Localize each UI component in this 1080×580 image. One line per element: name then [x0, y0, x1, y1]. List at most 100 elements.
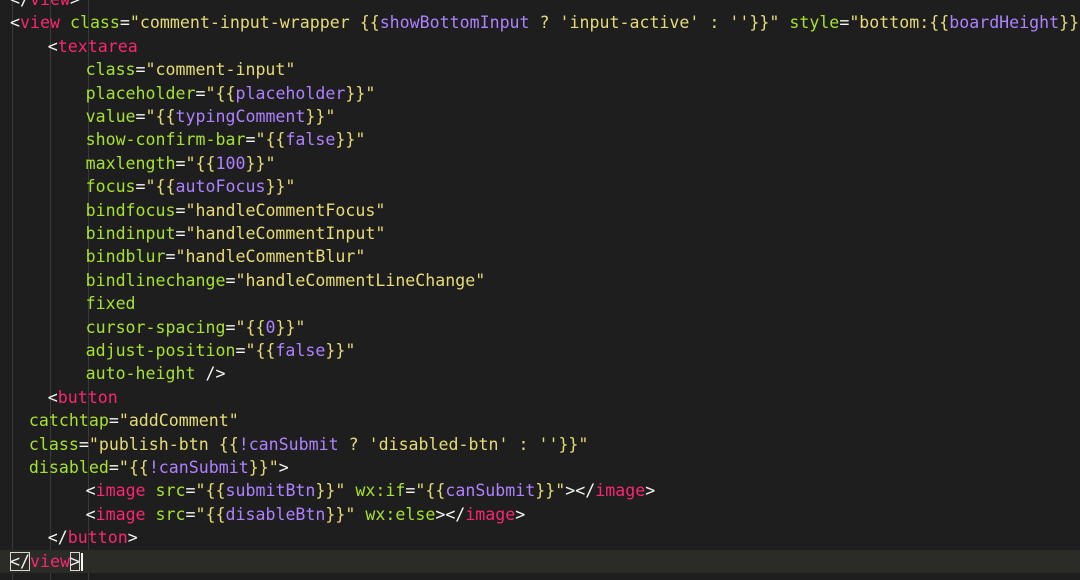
code-line[interactable]: <view class="comment-input-wrapper {{sho… — [0, 11, 1080, 34]
code-token: {{ — [929, 13, 950, 33]
code-token: placeholder — [235, 83, 346, 103]
code-token: "{{ — [118, 458, 149, 477]
code-token: 100 — [215, 153, 246, 173]
code-token: = — [235, 341, 246, 360]
code-line[interactable]: </view> — [0, 549, 1080, 573]
code-token: ></ — [435, 504, 466, 524]
code-line[interactable]: <textarea — [0, 35, 1080, 58]
code-token: "bottom: — [849, 13, 930, 33]
code-token: 'input-active' — [559, 13, 700, 33]
code-line[interactable]: focus="{{autoFocus}}" — [0, 175, 1080, 198]
code-line[interactable]: fixed — [0, 292, 1080, 315]
code-token: > — [69, 551, 80, 571]
code-line[interactable]: bindblur="handleCommentBlur" — [0, 245, 1080, 268]
code-line[interactable]: cursor-spacing="{{0}}" — [0, 316, 1080, 339]
code-line[interactable]: <image src="{{disableBtn}}" wx:else></im… — [0, 503, 1080, 526]
code-token: class — [59, 13, 120, 33]
code-token: > — [515, 504, 526, 524]
code-editor[interactable]: </view><view class="comment-input-wrappe… — [0, 0, 1080, 580]
code-line[interactable]: class="comment-input" — [0, 58, 1080, 81]
code-token: bindfocus — [85, 200, 176, 220]
code-token: = — [135, 177, 146, 197]
code-token: '' — [538, 434, 559, 454]
code-line[interactable]: <image src="{{submitBtn}}" wx:if="{{canS… — [0, 479, 1080, 502]
code-token: {{ — [218, 434, 239, 454]
code-token: bindblur — [85, 247, 166, 267]
code-token: value — [85, 107, 136, 126]
code-token: "{{ — [145, 107, 176, 126]
code-token: "{{ — [145, 177, 176, 197]
code-token: 'disabled-btn' — [368, 434, 509, 454]
code-token: "comment-input-wrapper — [129, 13, 360, 33]
code-line[interactable]: value="{{typingComment}}" — [0, 105, 1080, 128]
code-line[interactable]: bindlinechange="handleCommentLineChange" — [0, 269, 1080, 292]
code-token: </ — [47, 528, 68, 548]
code-token: {{ — [359, 13, 380, 33]
code-token: = — [119, 13, 130, 33]
code-token: = — [185, 504, 196, 524]
code-token: focus — [85, 177, 136, 197]
code-token: }}" — [558, 434, 589, 454]
code-token: ? — [338, 434, 369, 454]
code-token: = — [175, 153, 186, 173]
code-token: show-confirm-bar — [85, 130, 246, 150]
code-token: }}" — [275, 317, 306, 337]
code-token: maxlength — [85, 153, 176, 173]
code-line[interactable]: adjust-position="{{false}}" — [0, 339, 1080, 362]
code-token: canSubmit — [445, 481, 536, 501]
code-token: !canSubmit — [148, 458, 249, 477]
code-line[interactable]: disabled="{{!canSubmit}}"> — [0, 456, 1080, 479]
code-line[interactable]: class="publish-btn {{!canSubmit ? 'disab… — [0, 433, 1080, 456]
code-token: > — [70, 0, 80, 9]
code-token: image — [465, 504, 516, 524]
code-token: class — [85, 60, 136, 80]
code-token: < — [10, 13, 20, 33]
code-token: image — [95, 481, 146, 501]
code-line[interactable]: placeholder="{{placeholder}}" — [0, 82, 1080, 105]
code-token: fixed — [85, 294, 136, 314]
code-line[interactable]: catchtap="addComment" — [0, 409, 1080, 432]
code-token: = — [225, 317, 236, 337]
code-token: bindlinechange — [85, 270, 226, 290]
code-token: = — [839, 13, 850, 33]
code-token: ? — [529, 13, 560, 33]
code-token: = — [78, 434, 89, 454]
code-token: = — [245, 130, 256, 150]
code-token: = — [175, 200, 186, 220]
code-line[interactable]: show-confirm-bar="{{false}}" — [0, 128, 1080, 151]
code-token: > — [278, 458, 289, 477]
code-token: textarea — [57, 36, 138, 56]
code-line[interactable]: maxlength="{{100}}" — [0, 152, 1080, 175]
code-line[interactable]: bindfocus="handleCommentFocus" — [0, 199, 1080, 222]
code-token: image — [95, 504, 146, 524]
code-token: '' — [729, 13, 750, 33]
code-token: }}" — [248, 458, 279, 477]
code-token: 0 — [265, 317, 276, 337]
code-line[interactable]: <button — [0, 386, 1080, 409]
code-token: wx:if — [345, 481, 406, 501]
code-token: "handleCommentInput" — [185, 224, 386, 243]
code-token: = — [185, 481, 196, 501]
code-token: "{{ — [195, 481, 226, 501]
code-token: "{{ — [415, 481, 446, 501]
code-token: false — [275, 341, 326, 360]
code-token: : — [699, 13, 730, 33]
code-token: !canSubmit — [238, 434, 339, 454]
code-token: = — [135, 107, 146, 126]
code-token: }}" — [345, 83, 376, 103]
code-token: auto-height — [85, 364, 196, 384]
code-token: ></ — [565, 481, 596, 501]
code-line[interactable]: bindinput="handleCommentInput" — [0, 222, 1080, 245]
text-cursor — [80, 553, 83, 572]
code-token: > — [127, 528, 138, 548]
code-token: submitBtn — [225, 481, 316, 501]
code-token: "{{ — [255, 130, 286, 150]
code-token: </ — [10, 551, 30, 571]
code-token: button — [67, 528, 128, 548]
code-line[interactable]: </button> — [0, 526, 1080, 549]
code-token: placeholder — [85, 83, 196, 103]
code-line[interactable]: auto-height /> — [0, 362, 1080, 385]
code-token: "addComment" — [118, 411, 239, 431]
code-token: adjust-position — [85, 341, 236, 360]
code-line[interactable]: </view> — [0, 0, 1080, 11]
